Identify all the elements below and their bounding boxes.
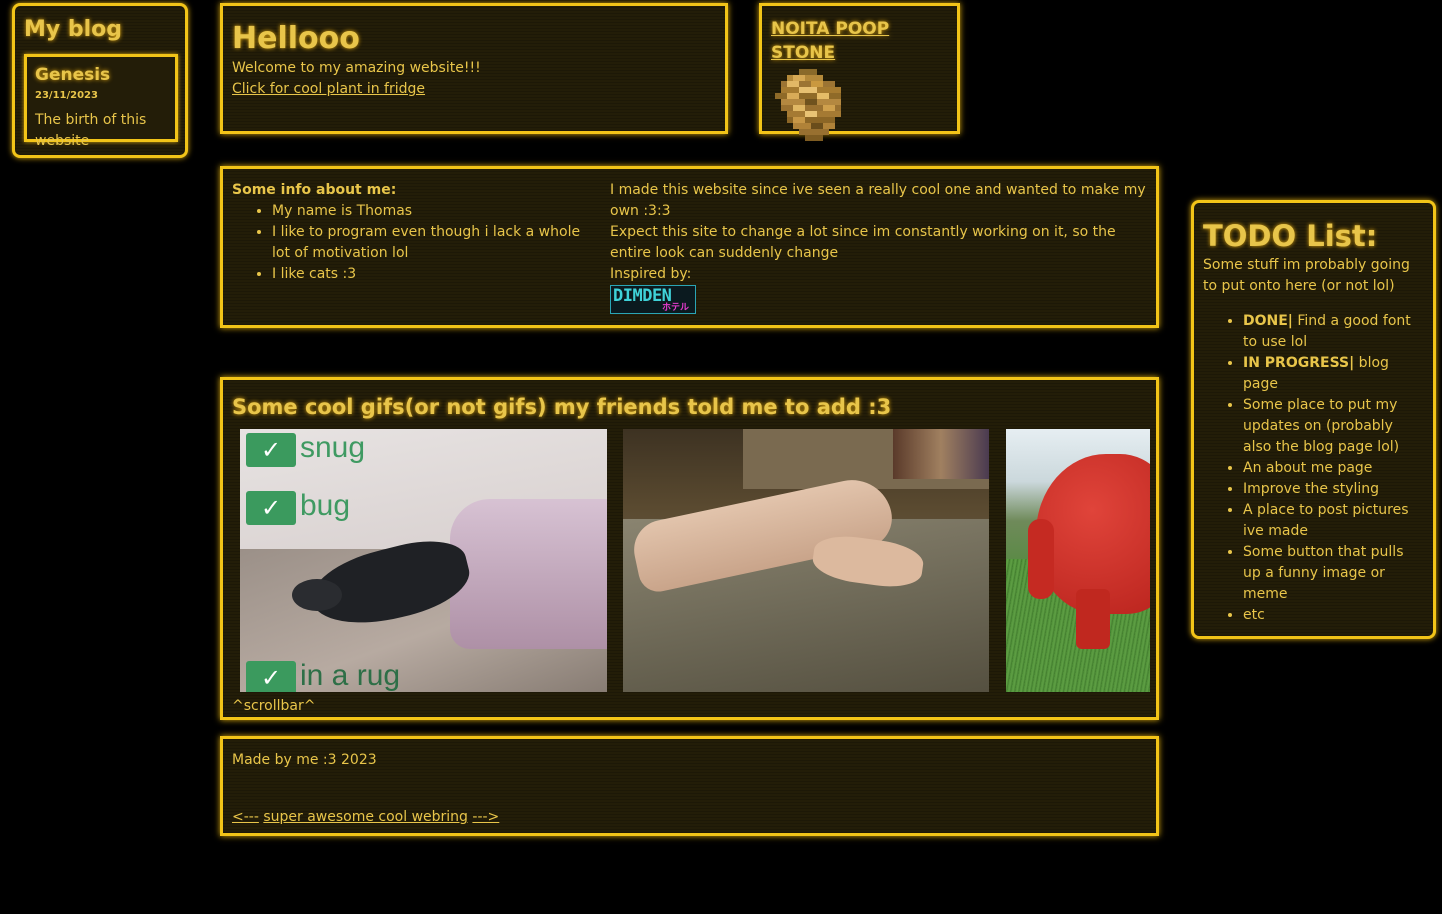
about-item: I like cats :3 <box>272 264 592 285</box>
webring-next-link[interactable]: ---> <box>472 809 499 825</box>
todo-text: Improve the styling <box>1243 481 1380 497</box>
welcome-text: Welcome to my amazing website!!! <box>232 60 481 76</box>
todo-tag: IN PROGRESS| <box>1243 355 1355 371</box>
todo-tag: DONE| <box>1243 313 1293 329</box>
todo-intro: Some stuff im probably going to put onto… <box>1203 257 1410 294</box>
blog-post-date: 23/11/2023 <box>35 90 98 101</box>
noita-link[interactable]: NOITA POOP STONE <box>771 19 889 63</box>
todo-text: A place to post pictures ive made <box>1243 502 1409 539</box>
footer-made-by: Made by me :3 2023 <box>232 752 377 768</box>
webring-link[interactable]: super awesome cool webring <box>263 809 468 825</box>
about-left-column: Some info about me: My name is Thomas I … <box>232 180 592 285</box>
dimden-badge-subtext: ホテル <box>661 303 689 313</box>
webring: <--- super awesome cool webring ---> <box>232 807 499 828</box>
todo-item: DONE| Find a good font to use lol <box>1243 311 1424 353</box>
blog-post-card[interactable]: Genesis 23/11/2023 The birth of this web… <box>24 54 178 149</box>
footer-panel: Made by me :3 2023 <--- super awesome co… <box>220 736 1159 836</box>
blanket <box>450 499 607 649</box>
about-panel: Some info about me: My name is Thomas I … <box>220 166 1159 328</box>
noita-panel: NOITA POOP STONE <box>759 3 960 141</box>
about-list: My name is Thomas I like to program even… <box>232 201 592 285</box>
blog-panel: My blog Genesis 23/11/2023 The birth of … <box>12 3 188 158</box>
todo-text: etc <box>1243 607 1265 623</box>
webring-prev-link[interactable]: <--- <box>232 809 259 825</box>
caption-snug: snug <box>300 431 366 464</box>
todo-item: Improve the styling <box>1243 479 1424 500</box>
check-icon: ✓ <box>246 661 296 692</box>
todo-item: An about me page <box>1243 458 1424 479</box>
scrollbar-note: ^scrollbar^ <box>232 698 316 714</box>
todo-list: DONE| Find a good font to use lol IN PRO… <box>1203 311 1424 626</box>
check-icon: ✓ <box>246 433 296 467</box>
hello-panel: Hellooo Welcome to my amazing website!!!… <box>220 3 728 134</box>
todo-item: A place to post pictures ive made <box>1243 500 1424 542</box>
todo-item: IN PROGRESS| blog page <box>1243 353 1424 395</box>
plant-link[interactable]: Click for cool plant in fridge <box>232 81 425 97</box>
gifs-scroll-area[interactable]: ✓ snug ✓ bug ✓ in a rug <box>232 429 1150 694</box>
inspired-label: Inspired by: <box>610 266 692 282</box>
snug-bug-image: ✓ snug ✓ bug ✓ in a rug <box>240 429 607 692</box>
blog-post-title[interactable]: Genesis <box>35 65 110 85</box>
todo-text: An about me page <box>1243 460 1373 476</box>
check-icon: ✓ <box>246 491 296 525</box>
gifs-panel: Some cool gifs(or not gifs) my friends t… <box>220 377 1159 720</box>
about-item: My name is Thomas <box>272 201 592 222</box>
dimden-badge[interactable]: DIMDEN ホテル <box>610 285 696 314</box>
about-paragraph: Expect this site to change a lot since i… <box>610 224 1116 261</box>
todo-text: Some button that pulls up a funny image … <box>1243 544 1404 602</box>
elephant-trunk <box>1028 519 1054 599</box>
todo-item: Some place to put my updates on (probabl… <box>1243 395 1424 458</box>
gifs-title: Some cool gifs(or not gifs) my friends t… <box>232 395 892 419</box>
blog-post-text: The birth of this website <box>35 111 147 149</box>
todo-title: TODO List: <box>1203 219 1378 253</box>
hand-image <box>623 429 989 692</box>
posters <box>893 429 989 479</box>
about-paragraph: I made this website since ive seen a rea… <box>610 182 1146 219</box>
strawberry-elephant-image <box>1006 429 1150 692</box>
about-heading: Some info about me: <box>232 182 397 198</box>
about-item: I like to program even though i lack a w… <box>272 222 592 264</box>
beetle-head <box>292 579 342 611</box>
elephant-leg <box>1076 589 1110 649</box>
caption-in-a-rug: in a rug <box>300 659 401 692</box>
todo-item: etc <box>1243 605 1424 626</box>
todo-item: Some button that pulls up a funny image … <box>1243 542 1424 605</box>
caption-bug: bug <box>300 489 351 522</box>
page-title: Hellooo <box>232 21 360 56</box>
todo-text: Some place to put my updates on (probabl… <box>1243 397 1400 455</box>
about-right-column: I made this website since ive seen a rea… <box>610 180 1150 314</box>
blog-title: My blog <box>24 17 123 42</box>
poop-stone-image <box>775 69 841 141</box>
todo-panel: TODO List: Some stuff im probably going … <box>1191 200 1436 639</box>
